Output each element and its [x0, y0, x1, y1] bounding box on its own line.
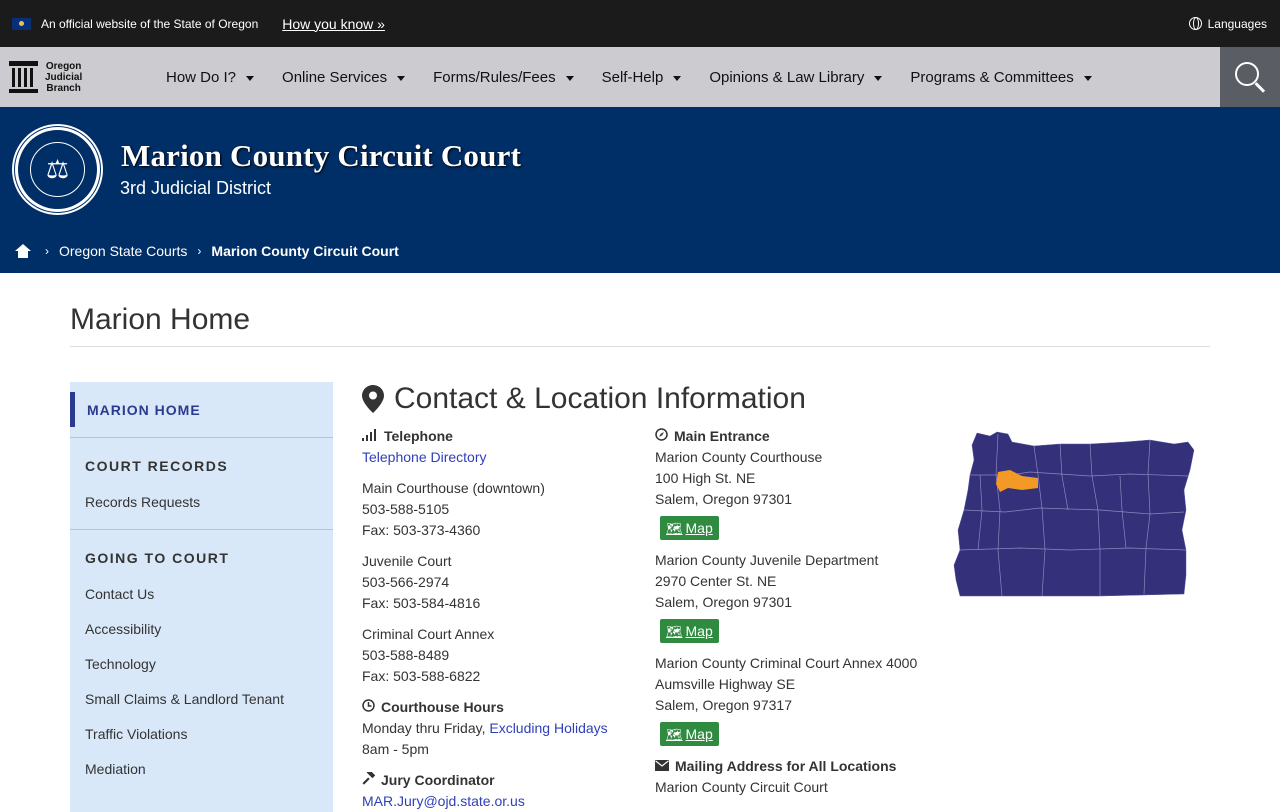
excluding-holidays-link[interactable]: Excluding Holidays: [489, 720, 607, 736]
sidebar-item-traffic-violations[interactable]: Traffic Violations: [85, 726, 318, 742]
breadcrumb-oregon-state-courts[interactable]: Oregon State Courts: [59, 243, 187, 259]
juvenile-court-fax: Fax: 503-584-4816: [362, 595, 481, 611]
sidebar-section-going-to-court: GOING TO COURT Contact Us Accessibility …: [70, 530, 333, 777]
nav-how-do-i[interactable]: How Do I?: [166, 69, 255, 86]
map-icon: 🗺: [666, 520, 683, 536]
court-header: ⚖ Marion County Circuit Court 3rd Judici…: [0, 107, 1280, 273]
sidebar-item-records-requests[interactable]: Records Requests: [85, 494, 318, 510]
sidebar: MARION HOME COURT RECORDS Records Reques…: [70, 382, 333, 812]
official-website-text: An official website of the State of Oreg…: [41, 16, 259, 31]
chevron-right-icon: ›: [197, 244, 202, 258]
contact-section: Contact & Location Information: [362, 382, 806, 416]
sidebar-item-mediation[interactable]: Mediation: [85, 761, 318, 777]
criminal-annex-name: Criminal Court Annex: [362, 626, 495, 642]
oregon-county-map: [950, 430, 1196, 605]
jury-email-link[interactable]: MAR.Jury@ojd.state.or.us: [362, 793, 525, 809]
sidebar-section-court-records: COURT RECORDS Records Requests: [70, 438, 333, 529]
chevron-down-icon: [673, 75, 682, 81]
sidebar-item-technology[interactable]: Technology: [85, 656, 318, 672]
courthouse-hours-label: Courthouse Hours: [362, 697, 642, 718]
languages-button[interactable]: Languages: [1188, 16, 1267, 31]
telephone-directory-link[interactable]: Telephone Directory: [362, 449, 487, 465]
sidebar-heading: GOING TO COURT: [85, 550, 230, 566]
juvenile-court-phone[interactable]: 503-566-2974: [362, 572, 642, 593]
scales-of-justice-icon: ⚖: [30, 142, 85, 197]
courthouse-pillars-icon: [9, 61, 38, 93]
main-courthouse-fax: Fax: 503-373-4360: [362, 522, 481, 538]
map-icon: 🗺: [666, 623, 683, 639]
telephone-column: Telephone Telephone Directory Main Court…: [362, 426, 642, 812]
clock-icon: [362, 697, 375, 718]
criminal-annex-phone[interactable]: 503-588-8489: [362, 645, 642, 666]
gavel-icon: [362, 769, 376, 791]
main-courthouse-phone[interactable]: 503-588-5105: [362, 499, 642, 520]
main-entrance-label: Main Entrance: [655, 426, 945, 447]
contact-heading-text: Contact & Location Information: [394, 382, 806, 415]
oregon-flag-icon: [12, 17, 31, 30]
chevron-down-icon: [874, 75, 883, 81]
mailing-address-label: Mailing Address for All Locations: [655, 756, 945, 777]
languages-label: Languages: [1207, 16, 1267, 31]
page-title: Marion Home: [70, 303, 251, 336]
nav-opinions-law-library[interactable]: Opinions & Law Library: [709, 69, 883, 86]
location-1: Marion County Courthouse 100 High St. NE…: [655, 449, 823, 507]
nav-menu: How Do I? Online Services Forms/Rules/Fe…: [166, 69, 1120, 86]
court-title: Marion County Circuit Court: [121, 138, 522, 173]
juvenile-court-name: Juvenile Court: [362, 553, 452, 569]
nav-self-help[interactable]: Self-Help: [602, 69, 682, 86]
compass-icon: [655, 426, 668, 447]
breadcrumb-current: Marion County Circuit Court: [211, 243, 399, 259]
sidebar-item-small-claims[interactable]: Small Claims & Landlord Tenant: [85, 691, 318, 707]
breadcrumb: › Oregon State Courts › Marion County Ci…: [15, 243, 399, 259]
official-banner: An official website of the State of Oreg…: [0, 0, 1280, 47]
home-icon[interactable]: [15, 244, 31, 258]
hours-time: 8am - 5pm: [362, 741, 429, 757]
divider: [70, 346, 1210, 347]
sidebar-item-accessibility[interactable]: Accessibility: [85, 621, 318, 637]
location-3: Marion County Criminal Court Annex 4000 …: [655, 655, 918, 713]
chevron-down-icon: [1083, 75, 1092, 81]
mailing-address-line: Marion County Circuit Court: [655, 779, 828, 795]
sidebar-item-marion-home[interactable]: MARION HOME: [70, 392, 333, 427]
judicial-department-seal: ⚖: [15, 127, 100, 212]
sidebar-heading: COURT RECORDS: [85, 458, 229, 474]
entrance-column: Main Entrance Marion County Courthouse 1…: [655, 426, 945, 798]
chevron-down-icon: [565, 75, 574, 81]
map-icon: 🗺: [666, 726, 683, 742]
envelope-icon: [655, 756, 669, 777]
hours-days: Monday thru Friday, Excluding Holidays: [362, 720, 608, 736]
nav-online-services[interactable]: Online Services: [282, 69, 406, 86]
nav-forms-rules-fees[interactable]: Forms/Rules/Fees: [433, 69, 574, 86]
main-navbar: Oregon Judicial Branch How Do I? Online …: [0, 47, 1280, 107]
ojb-logo[interactable]: Oregon Judicial Branch: [0, 61, 166, 94]
main-courthouse-name: Main Courthouse (downtown): [362, 480, 545, 496]
sidebar-item-contact-us[interactable]: Contact Us: [85, 586, 318, 602]
contact-heading: Contact & Location Information: [362, 382, 806, 416]
map-marker-icon: [362, 385, 384, 413]
jury-coordinator-label: Jury Coordinator: [362, 769, 642, 791]
location-2: Marion County Juvenile Department 2970 C…: [655, 552, 879, 610]
chevron-down-icon: [246, 75, 255, 81]
search-button[interactable]: [1220, 47, 1280, 107]
map-button[interactable]: 🗺 Map: [660, 722, 719, 746]
how-you-know-link[interactable]: How you know »: [282, 16, 385, 32]
map-button[interactable]: 🗺 Map: [660, 619, 719, 643]
ojb-logo-text: Oregon Judicial Branch: [45, 60, 83, 94]
chevron-right-icon: ›: [45, 244, 49, 258]
search-icon: [1235, 62, 1259, 86]
criminal-annex-fax: Fax: 503-588-6822: [362, 668, 481, 684]
telephone-label: Telephone: [362, 426, 642, 447]
globe-icon: [1188, 17, 1202, 30]
signal-bars-icon: [362, 426, 378, 447]
map-button[interactable]: 🗺 Map: [660, 516, 719, 540]
court-subtitle: 3rd Judicial District: [120, 178, 272, 198]
nav-programs-committees[interactable]: Programs & Committees: [910, 69, 1092, 86]
chevron-down-icon: [397, 75, 406, 81]
